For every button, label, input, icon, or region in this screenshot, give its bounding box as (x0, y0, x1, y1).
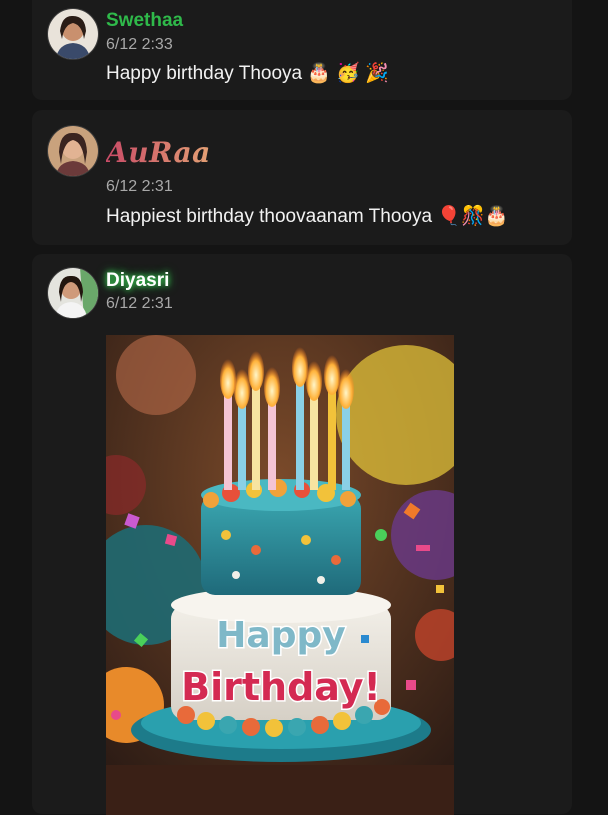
user-avatar[interactable] (47, 125, 99, 177)
message-text: Happiest birthday thoovaanam Thooya 🎈🎊🎂 (106, 206, 509, 227)
message-text: Happy birthday Thooya 🎂 🥳 🎉 (106, 63, 389, 84)
message-timestamp: 6/12 2:31 (106, 295, 173, 312)
message-card: AuRaa 6/12 2:31 Happiest birthday thoova… (32, 110, 572, 245)
author-name[interactable]: AuRaa (106, 136, 211, 169)
gif-text-birthday: Birthday! (181, 665, 381, 709)
author-name[interactable]: Swethaa (106, 10, 183, 32)
birthday-cake-gif[interactable]: Happy Birthday! (106, 335, 454, 815)
message-card: Diyasri 6/12 2:31 Happy Birthday! (32, 254, 572, 815)
user-avatar[interactable] (47, 267, 99, 319)
message-timestamp: 6/12 2:33 (106, 36, 173, 53)
user-avatar[interactable] (47, 8, 99, 60)
gif-text-happy: Happy (216, 615, 345, 656)
message-card: Swethaa 6/12 2:33 Happy birthday Thooya … (32, 0, 572, 100)
message-timestamp: 6/12 2:31 (106, 178, 173, 195)
author-name[interactable]: Diyasri (106, 270, 169, 292)
